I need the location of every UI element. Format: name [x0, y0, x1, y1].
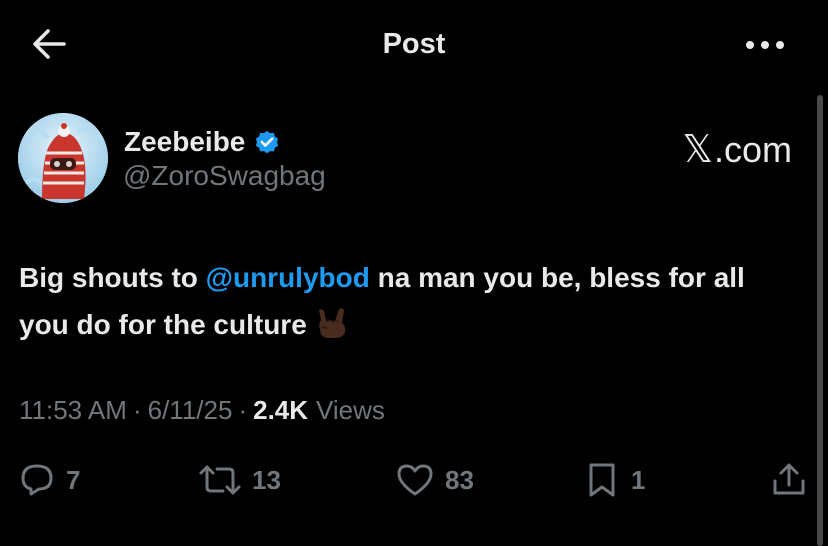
verified-badge-icon: [256, 130, 279, 154]
site-suffix: .com: [713, 129, 792, 170]
tweet-text: Big shouts to @unrulybod na man you be, …: [19, 254, 799, 348]
meta-separator: ·: [238, 395, 248, 425]
reply-count: 7: [66, 464, 81, 495]
x-logo-icon: 𝕏: [682, 127, 713, 171]
views-label: Views: [316, 395, 385, 425]
like-count: 83: [445, 464, 474, 495]
author-handle[interactable]: @ZoroSwagbag: [123, 160, 326, 192]
repost-icon: [199, 465, 241, 495]
like-button[interactable]: 83: [395, 455, 474, 505]
more-horizontal-icon: [746, 41, 784, 49]
avatar-image: [18, 113, 108, 203]
display-name[interactable]: Zeebeibe: [124, 126, 245, 158]
author-name-row[interactable]: Zeebeibe: [124, 126, 281, 158]
meta-separator: ·: [132, 395, 142, 425]
post-date: 6/11/25: [147, 395, 233, 425]
tweet-text-before: Big shouts to: [19, 262, 206, 293]
bookmark-count: 1: [631, 464, 646, 495]
x-com-label: 𝕏 .com: [682, 127, 792, 171]
repost-button[interactable]: 13: [198, 455, 281, 505]
post-meta: 11:53 AM · 6/11/25 · 2.4K Views: [19, 395, 385, 426]
bookmark-icon: [589, 463, 615, 497]
arrow-left-icon: [33, 29, 66, 59]
reply-button[interactable]: 7: [18, 455, 80, 505]
reply-icon: [21, 464, 53, 496]
share-icon: [773, 463, 805, 495]
mention-link[interactable]: @unrulybod: [206, 262, 370, 293]
views-count: 2.4K: [253, 395, 309, 425]
post-time: 11:53 AM: [19, 395, 127, 425]
bookmark-button[interactable]: 1: [583, 455, 645, 505]
action-bar: 7 13 83 1: [0, 455, 828, 505]
repost-count: 13: [252, 464, 281, 495]
page-title: Post: [382, 28, 446, 60]
more-button[interactable]: [740, 30, 790, 60]
sign-of-the-horns-emoji-icon: [318, 308, 345, 338]
share-button[interactable]: [770, 455, 808, 505]
avatar[interactable]: [18, 113, 108, 203]
top-bar: Post: [0, 0, 828, 88]
back-button[interactable]: [28, 24, 70, 64]
heart-icon: [397, 464, 433, 496]
